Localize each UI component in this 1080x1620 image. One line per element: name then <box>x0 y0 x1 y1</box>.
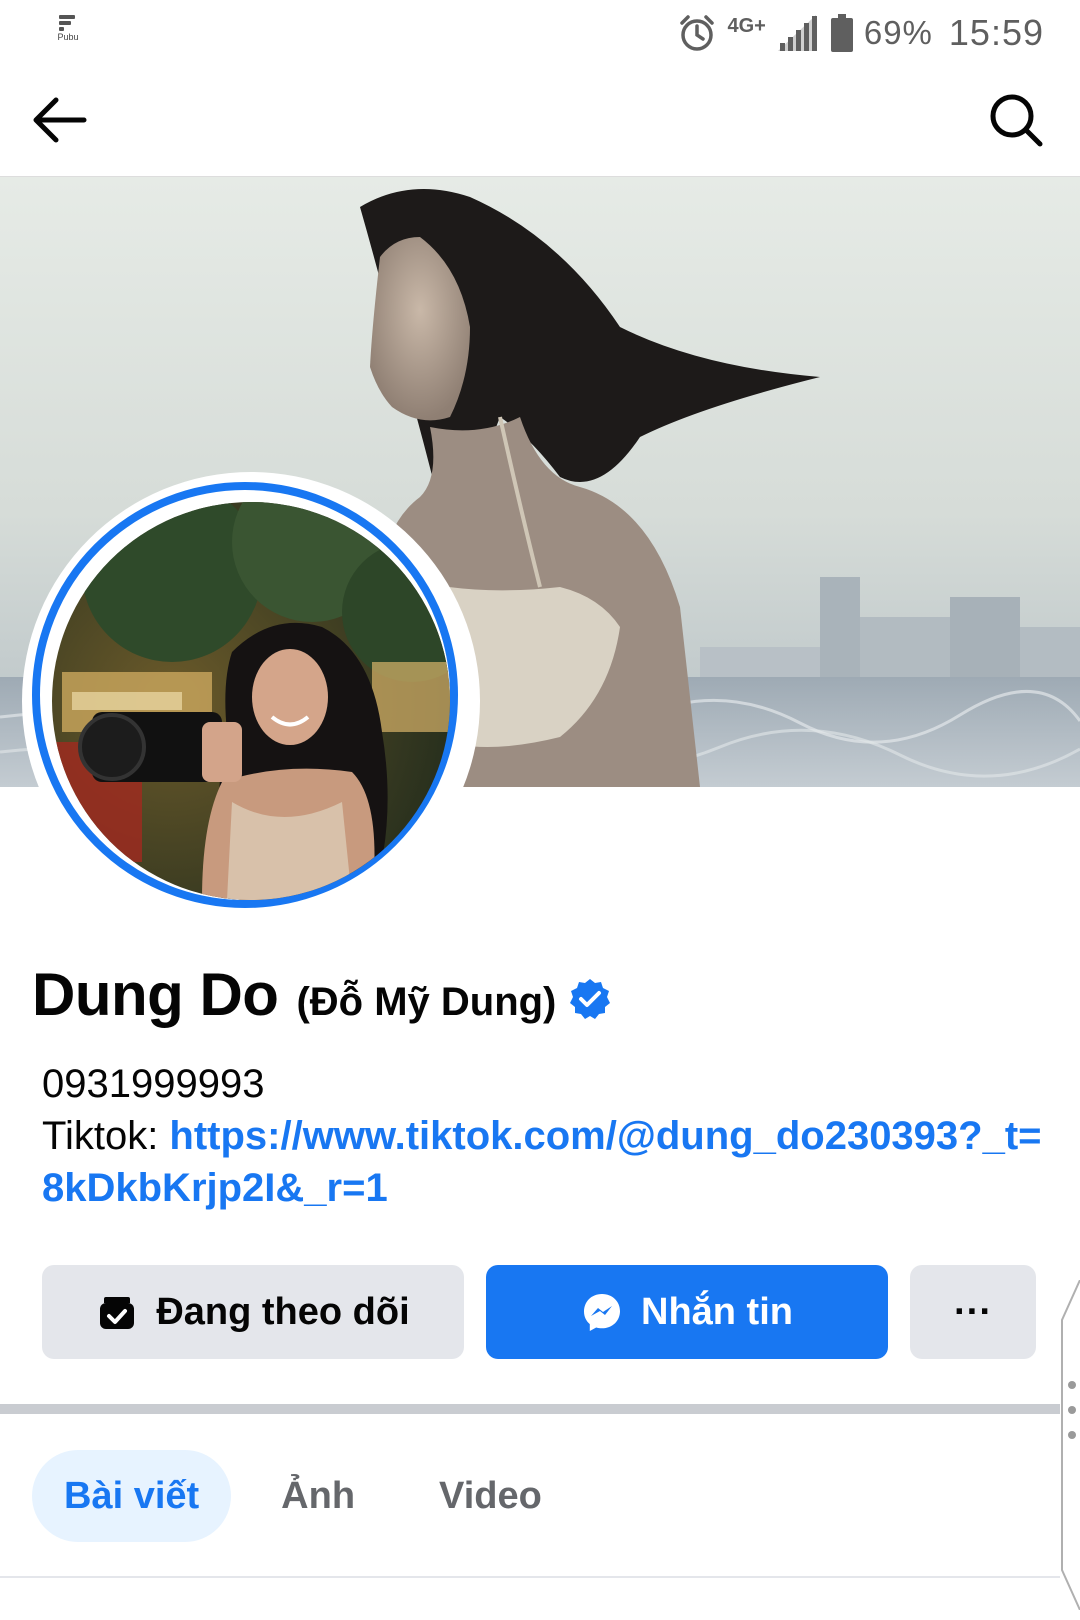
search-icon <box>990 94 1043 147</box>
bio-tiktok-label: Tiktok: <box>42 1114 170 1158</box>
section-divider <box>0 1404 1060 1414</box>
pubu-logo-icon <box>59 15 75 31</box>
profile-bio: 0931999993 Tiktok: https://www.tiktok.co… <box>42 1058 1052 1214</box>
messenger-icon <box>584 1294 620 1331</box>
profile-page: Pubu 4G+ 69% 15:59 Dung Do (Đỗ Mỹ Dung) … <box>0 0 1080 1620</box>
status-bar: Pubu 4G+ 69% 15:59 <box>0 0 1080 66</box>
pubu-app-icon: Pubu <box>52 14 84 50</box>
signal-icon <box>777 15 817 51</box>
following-check-icon <box>100 1297 135 1329</box>
avatar-photo-image <box>52 502 450 900</box>
following-button[interactable]: Đang theo dõi <box>42 1265 464 1359</box>
pubu-label: Pubu <box>57 32 79 42</box>
back-arrow-icon <box>33 97 87 143</box>
following-label: Đang theo dõi <box>156 1290 410 1333</box>
alarm-icon <box>680 15 715 51</box>
profile-tabs: Bài viết Ảnh Video <box>32 1448 574 1544</box>
back-button[interactable] <box>28 88 92 152</box>
network-type: 4G+ <box>727 15 766 37</box>
profile-name-row: Dung Do (Đỗ Mỹ Dung) <box>32 960 612 1029</box>
edge-panel-handle[interactable] <box>1050 1279 1080 1611</box>
profile-avatar[interactable] <box>22 472 480 930</box>
battery-percent: 69% <box>863 14 933 51</box>
tab-video[interactable]: Video <box>407 1450 574 1542</box>
battery-icon <box>830 14 853 52</box>
tab-photos[interactable]: Ảnh <box>249 1450 387 1542</box>
profile-actions: Đang theo dõi Nhắn tin ··· <box>42 1265 1038 1359</box>
verified-badge-icon <box>570 979 611 1019</box>
tab-posts[interactable]: Bài viết <box>32 1450 232 1542</box>
search-button[interactable] <box>986 90 1046 150</box>
edge-handle-icon <box>1061 1279 1080 1611</box>
message-label: Nhắn tin <box>641 1290 793 1333</box>
profile-name: Dung Do <box>32 961 279 1028</box>
bio-phone: 0931999993 <box>42 1062 265 1106</box>
bio-tiktok-line: Tiktok: https://www.tiktok.com/@dung_do2… <box>42 1110 1052 1214</box>
profile-alternate-name: (Đỗ Mỹ Dung) <box>296 980 557 1024</box>
more-options-button[interactable]: ··· <box>910 1265 1036 1359</box>
status-indicators: 4G+ 69% 15:59 <box>677 10 1044 56</box>
more-options-icon: ··· <box>954 1290 992 1333</box>
clock: 15:59 <box>948 12 1044 53</box>
bio-tiktok-link[interactable]: https://www.tiktok.com/@dung_do230393?_t… <box>42 1114 1042 1210</box>
message-button[interactable]: Nhắn tin <box>486 1265 888 1359</box>
top-navigation-bar <box>0 66 1080 177</box>
avatar-image <box>52 502 450 900</box>
tabs-divider <box>0 1576 1060 1578</box>
